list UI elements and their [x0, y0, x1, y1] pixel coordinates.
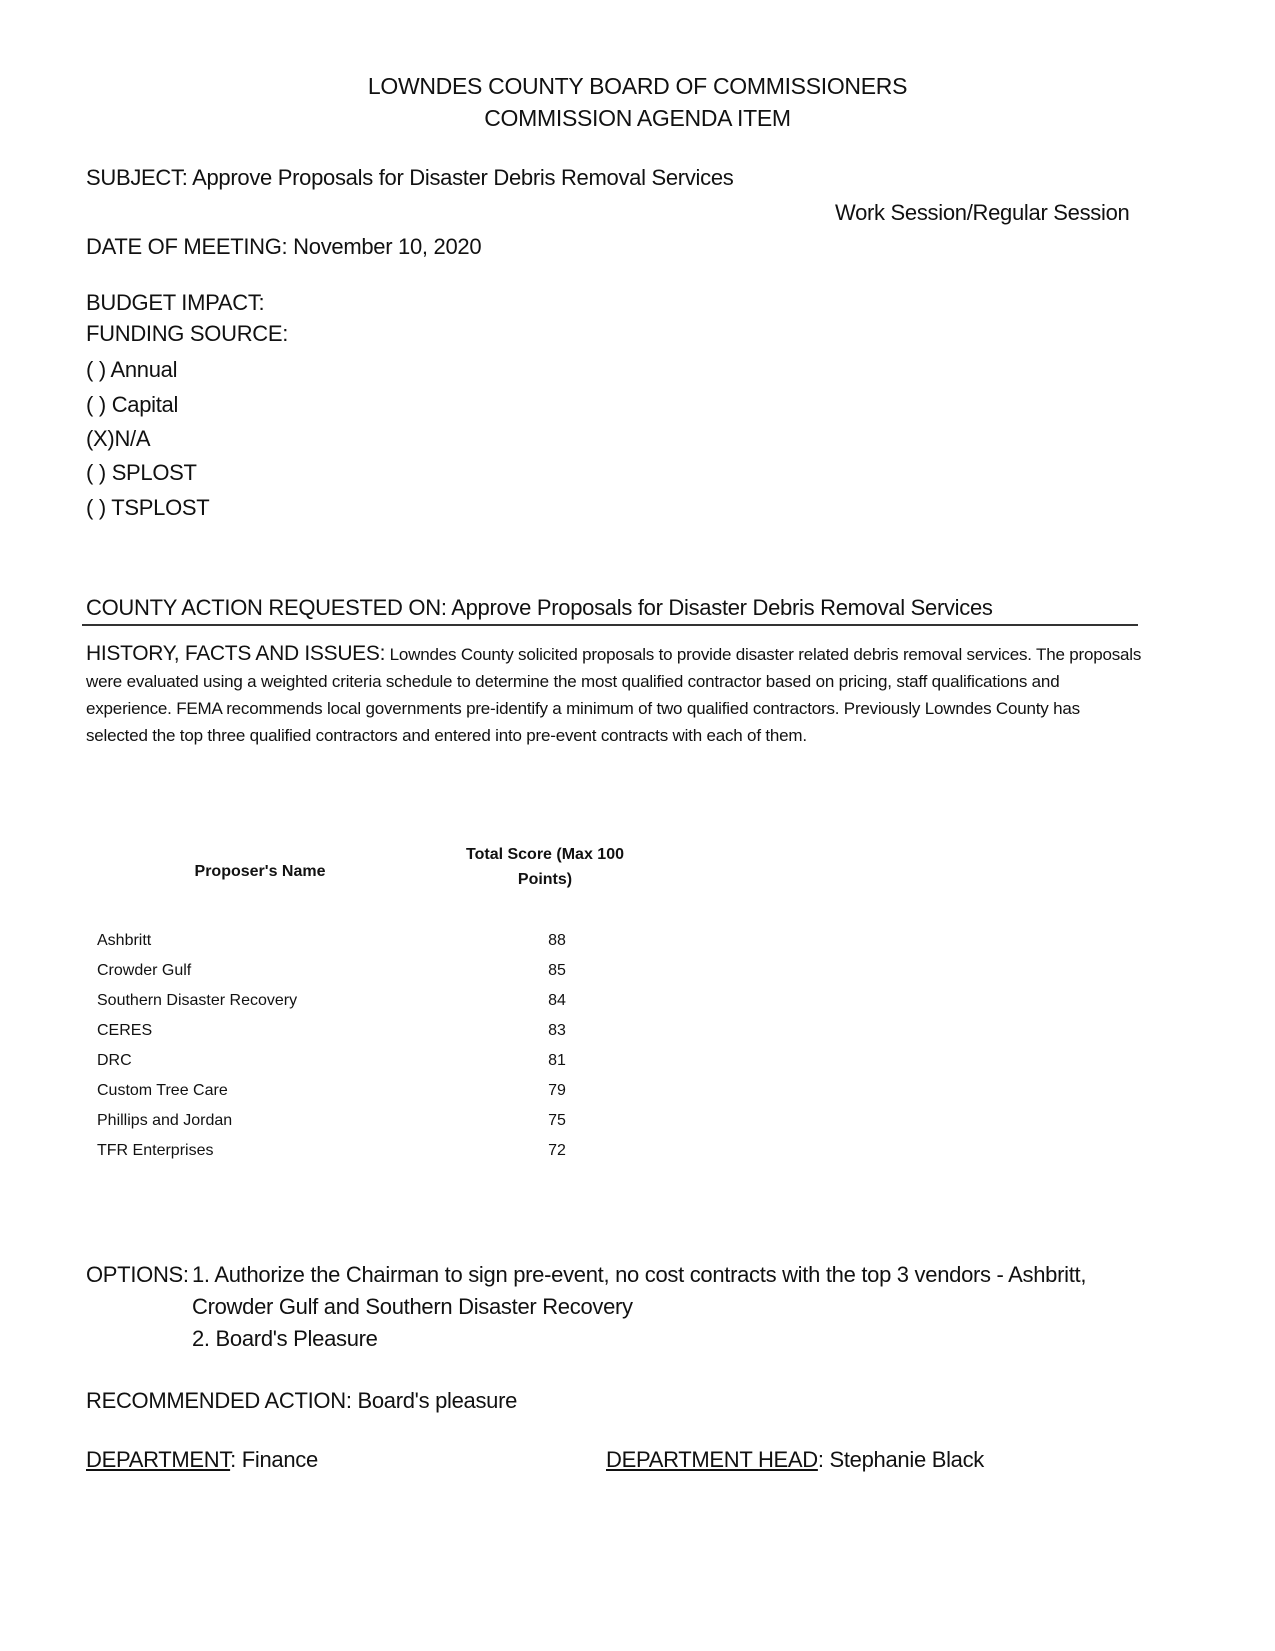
proposer-name: DRC — [97, 1052, 132, 1069]
budget-impact-label: BUDGET IMPACT: — [86, 290, 265, 315]
table-row: Crowder Gulf 85 — [97, 962, 577, 992]
proposer-name: Phillips and Jordan — [97, 1112, 233, 1129]
org-title: LOWNDES COUNTY BOARD OF COMMISSIONERS — [367, 73, 908, 99]
table-row: Phillips and Jordan 75 — [97, 1112, 577, 1142]
funding-option-label: SPLOST — [111, 460, 197, 485]
table-row: Southern Disaster Recovery 84 — [97, 992, 577, 1022]
table-row: Ashbritt 88 — [97, 932, 577, 962]
proposer-name: Crowder Gulf — [97, 962, 192, 979]
proposer-name: CERES — [97, 1022, 153, 1039]
proposer-score: 85 — [548, 962, 566, 979]
table-row: CERES 83 — [97, 1022, 577, 1052]
column-header-score-line2: Points) — [517, 871, 573, 888]
history-paragraph: HISTORY, FACTS AND ISSUES: Lowndes Count… — [86, 640, 1146, 749]
department-head-label: DEPARTMENT HEAD — [606, 1447, 818, 1472]
department-value: : Finance — [230, 1447, 318, 1472]
proposer-score: 88 — [548, 932, 566, 949]
funding-option-label: Annual — [110, 357, 178, 382]
proposer-score: 81 — [548, 1052, 566, 1069]
checkbox-mark: (X) — [86, 426, 115, 451]
funding-option-tsplost: ( ) TSPLOST — [86, 495, 210, 521]
subject-line: SUBJECT: Approve Proposals for Disaster … — [86, 165, 734, 190]
proposer-name: TFR Enterprises — [97, 1142, 214, 1159]
proposer-name: Custom Tree Care — [97, 1082, 228, 1099]
proposer-score: 72 — [548, 1142, 566, 1159]
doc-title: COMMISSION AGENDA ITEM — [484, 105, 791, 131]
history-label: HISTORY, FACTS AND ISSUES: — [86, 642, 386, 665]
option-1-line2: Crowder Gulf and Southern Disaster Recov… — [192, 1294, 633, 1319]
checkbox-mark: ( ) — [86, 357, 106, 382]
department-head: DEPARTMENT HEAD: Stephanie Black — [606, 1447, 984, 1473]
column-header-score-line1: Total Score (Max 100 — [466, 846, 624, 863]
department-head-value: : Stephanie Black — [817, 1447, 984, 1472]
funding-option-label: TSPLOST — [111, 495, 210, 520]
section-divider — [82, 624, 1138, 626]
options-label: OPTIONS: — [86, 1262, 189, 1287]
funding-source-label: FUNDING SOURCE: — [86, 321, 289, 346]
table-row: DRC 81 — [97, 1052, 577, 1082]
department: DEPARTMENT: Finance — [86, 1447, 318, 1473]
proposer-score: 75 — [548, 1112, 566, 1129]
recommended-action: RECOMMENDED ACTION: Board's pleasure — [86, 1388, 518, 1413]
proposer-score: 83 — [548, 1022, 566, 1039]
funding-option-splost: ( ) SPLOST — [86, 460, 197, 486]
option-1-line1: 1. Authorize the Chairman to sign pre-ev… — [192, 1262, 1087, 1287]
option-2: 2. Board's Pleasure — [192, 1326, 378, 1351]
funding-option-na: (X)N/A — [86, 426, 151, 452]
table-row: TFR Enterprises 72 — [97, 1142, 577, 1172]
proposer-name: Ashbritt — [97, 932, 152, 949]
proposer-name: Southern Disaster Recovery — [97, 992, 298, 1009]
funding-option-capital: ( ) Capital — [86, 392, 178, 418]
county-action-line: COUNTY ACTION REQUESTED ON: Approve Prop… — [86, 595, 993, 620]
column-header-name: Proposer's Name — [194, 863, 326, 880]
proposer-score: 79 — [548, 1082, 566, 1099]
table-row: Custom Tree Care 79 — [97, 1082, 577, 1112]
checkbox-mark: ( ) — [86, 460, 106, 485]
proposer-score: 84 — [548, 992, 566, 1009]
department-label: DEPARTMENT — [86, 1447, 231, 1472]
checkbox-mark: ( ) — [86, 392, 106, 417]
meeting-date: DATE OF MEETING: November 10, 2020 — [86, 234, 482, 259]
funding-option-label: Capital — [111, 392, 179, 417]
session-type: Work Session/Regular Session — [835, 200, 1130, 225]
checkbox-mark: ( ) — [86, 495, 106, 520]
funding-option-annual: ( ) Annual — [86, 357, 177, 383]
column-header-score: Total Score (Max 100 Points) — [445, 842, 645, 892]
funding-option-label: N/A — [114, 426, 151, 451]
